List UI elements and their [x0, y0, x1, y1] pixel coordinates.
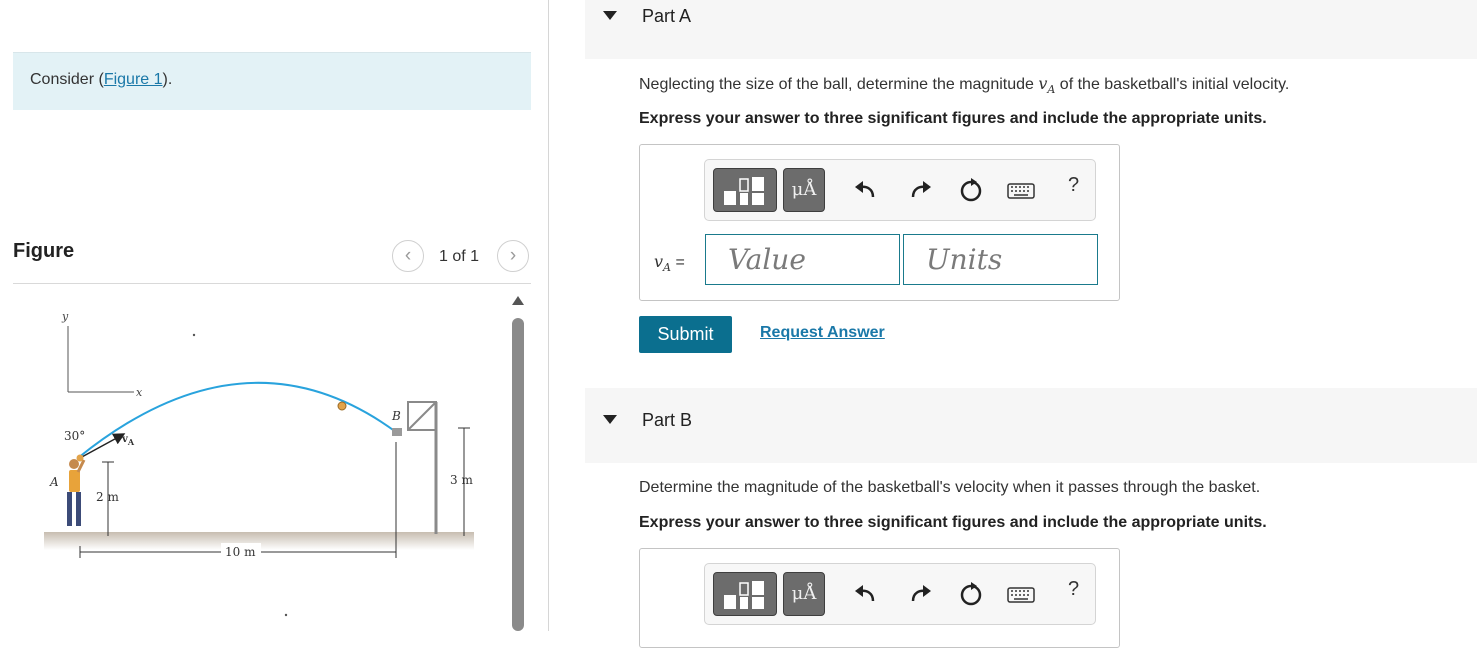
angle-label: 30°	[64, 429, 85, 443]
velocity-sub: A	[127, 437, 135, 447]
figure-1-link[interactable]: Figure 1	[104, 71, 163, 88]
reset-icon[interactable]	[956, 579, 986, 609]
figure-divider	[13, 283, 531, 284]
part-a-title: Part A	[642, 6, 692, 26]
part-a-equation-label: vA =	[654, 252, 685, 274]
pager-prev-button[interactable]: ‹	[392, 240, 424, 272]
scroll-thumb[interactable]	[512, 318, 524, 631]
reset-icon[interactable]	[956, 175, 986, 205]
basket-height-label: 3 m	[450, 473, 473, 487]
pager-text: 1 of 1	[439, 248, 480, 265]
distance-label: 10 m	[225, 545, 256, 559]
scroll-up-arrow-icon[interactable]	[512, 296, 524, 305]
help-icon[interactable]: ?	[1068, 174, 1079, 197]
part-a-header[interactable]	[585, 0, 1477, 59]
undo-icon[interactable]	[851, 579, 881, 609]
part-b-instruction: Express your answer to three significant…	[639, 514, 1267, 531]
player-figure	[67, 454, 86, 526]
help-icon[interactable]: ?	[1068, 578, 1079, 601]
consider-suffix: ).	[162, 71, 173, 88]
keyboard-icon[interactable]	[1007, 579, 1035, 609]
velocity-vector	[79, 433, 126, 459]
templates-icon	[724, 581, 764, 609]
pager-next-button[interactable]: ›	[497, 240, 529, 272]
part-a-toolbar: μÅ ?	[704, 159, 1096, 221]
units-button[interactable]: μÅ	[783, 572, 825, 616]
ball-apex	[337, 401, 347, 411]
consider-text: Consider (Figure 1).	[30, 71, 172, 89]
part-a-question: Neglecting the size of the ball, determi…	[639, 74, 1289, 96]
units-input[interactable]: Units	[903, 234, 1098, 285]
point-b-label: B	[391, 409, 401, 423]
consider-box: Consider (Figure 1).	[13, 52, 531, 110]
question-suffix: of the basketball's initial velocity.	[1055, 76, 1290, 93]
request-answer-link[interactable]: Request Answer	[760, 324, 885, 342]
eq-var: v	[654, 252, 664, 271]
point-a-label: A	[49, 475, 59, 489]
units-icon: μÅ	[791, 179, 817, 200]
redo-icon[interactable]	[905, 579, 935, 609]
templates-button[interactable]	[713, 572, 777, 616]
trajectory-curve	[77, 381, 397, 459]
x-axis-label: x	[136, 386, 143, 399]
units-icon: μÅ	[791, 583, 817, 604]
y-axis-label: y	[61, 310, 69, 323]
launch-height-label: 2 m	[96, 490, 119, 504]
part-b-header[interactable]	[585, 388, 1477, 463]
dot-mark-bottom	[284, 613, 288, 617]
chevron-left-icon: ‹	[404, 245, 412, 266]
submit-button[interactable]: Submit	[639, 316, 732, 353]
part-b-title: Part B	[642, 410, 693, 430]
units-button[interactable]: μÅ	[783, 168, 825, 212]
templates-icon	[724, 177, 764, 205]
chevron-right-icon: ›	[509, 245, 517, 266]
undo-icon[interactable]	[851, 175, 881, 205]
question-prefix: Neglecting the size of the ball, determi…	[639, 76, 1039, 93]
part-b-toolbar: μÅ ?	[704, 563, 1096, 625]
eq-sign: =	[675, 254, 685, 271]
keyboard-icon[interactable]	[1007, 175, 1035, 205]
dot-mark-top	[192, 333, 196, 337]
redo-icon[interactable]	[905, 175, 935, 205]
part-a-instruction: Express your answer to three significant…	[639, 110, 1267, 127]
eq-sub: A	[663, 261, 671, 275]
question-variable: vA	[1038, 74, 1055, 96]
value-input[interactable]: Value	[705, 234, 900, 285]
part-b-question: Determine the magnitude of the basketbal…	[639, 479, 1261, 496]
consider-prefix: Consider (	[30, 71, 104, 88]
caret-down-icon[interactable]	[603, 11, 617, 20]
velocity-label: vA	[121, 434, 135, 447]
figure-heading: Figure	[13, 240, 75, 262]
caret-down-icon[interactable]	[603, 415, 617, 424]
templates-button[interactable]	[713, 168, 777, 212]
figure-image: y x vA 30° A 2 m B 3 m 10 m	[44, 310, 474, 617]
column-divider	[548, 0, 549, 631]
